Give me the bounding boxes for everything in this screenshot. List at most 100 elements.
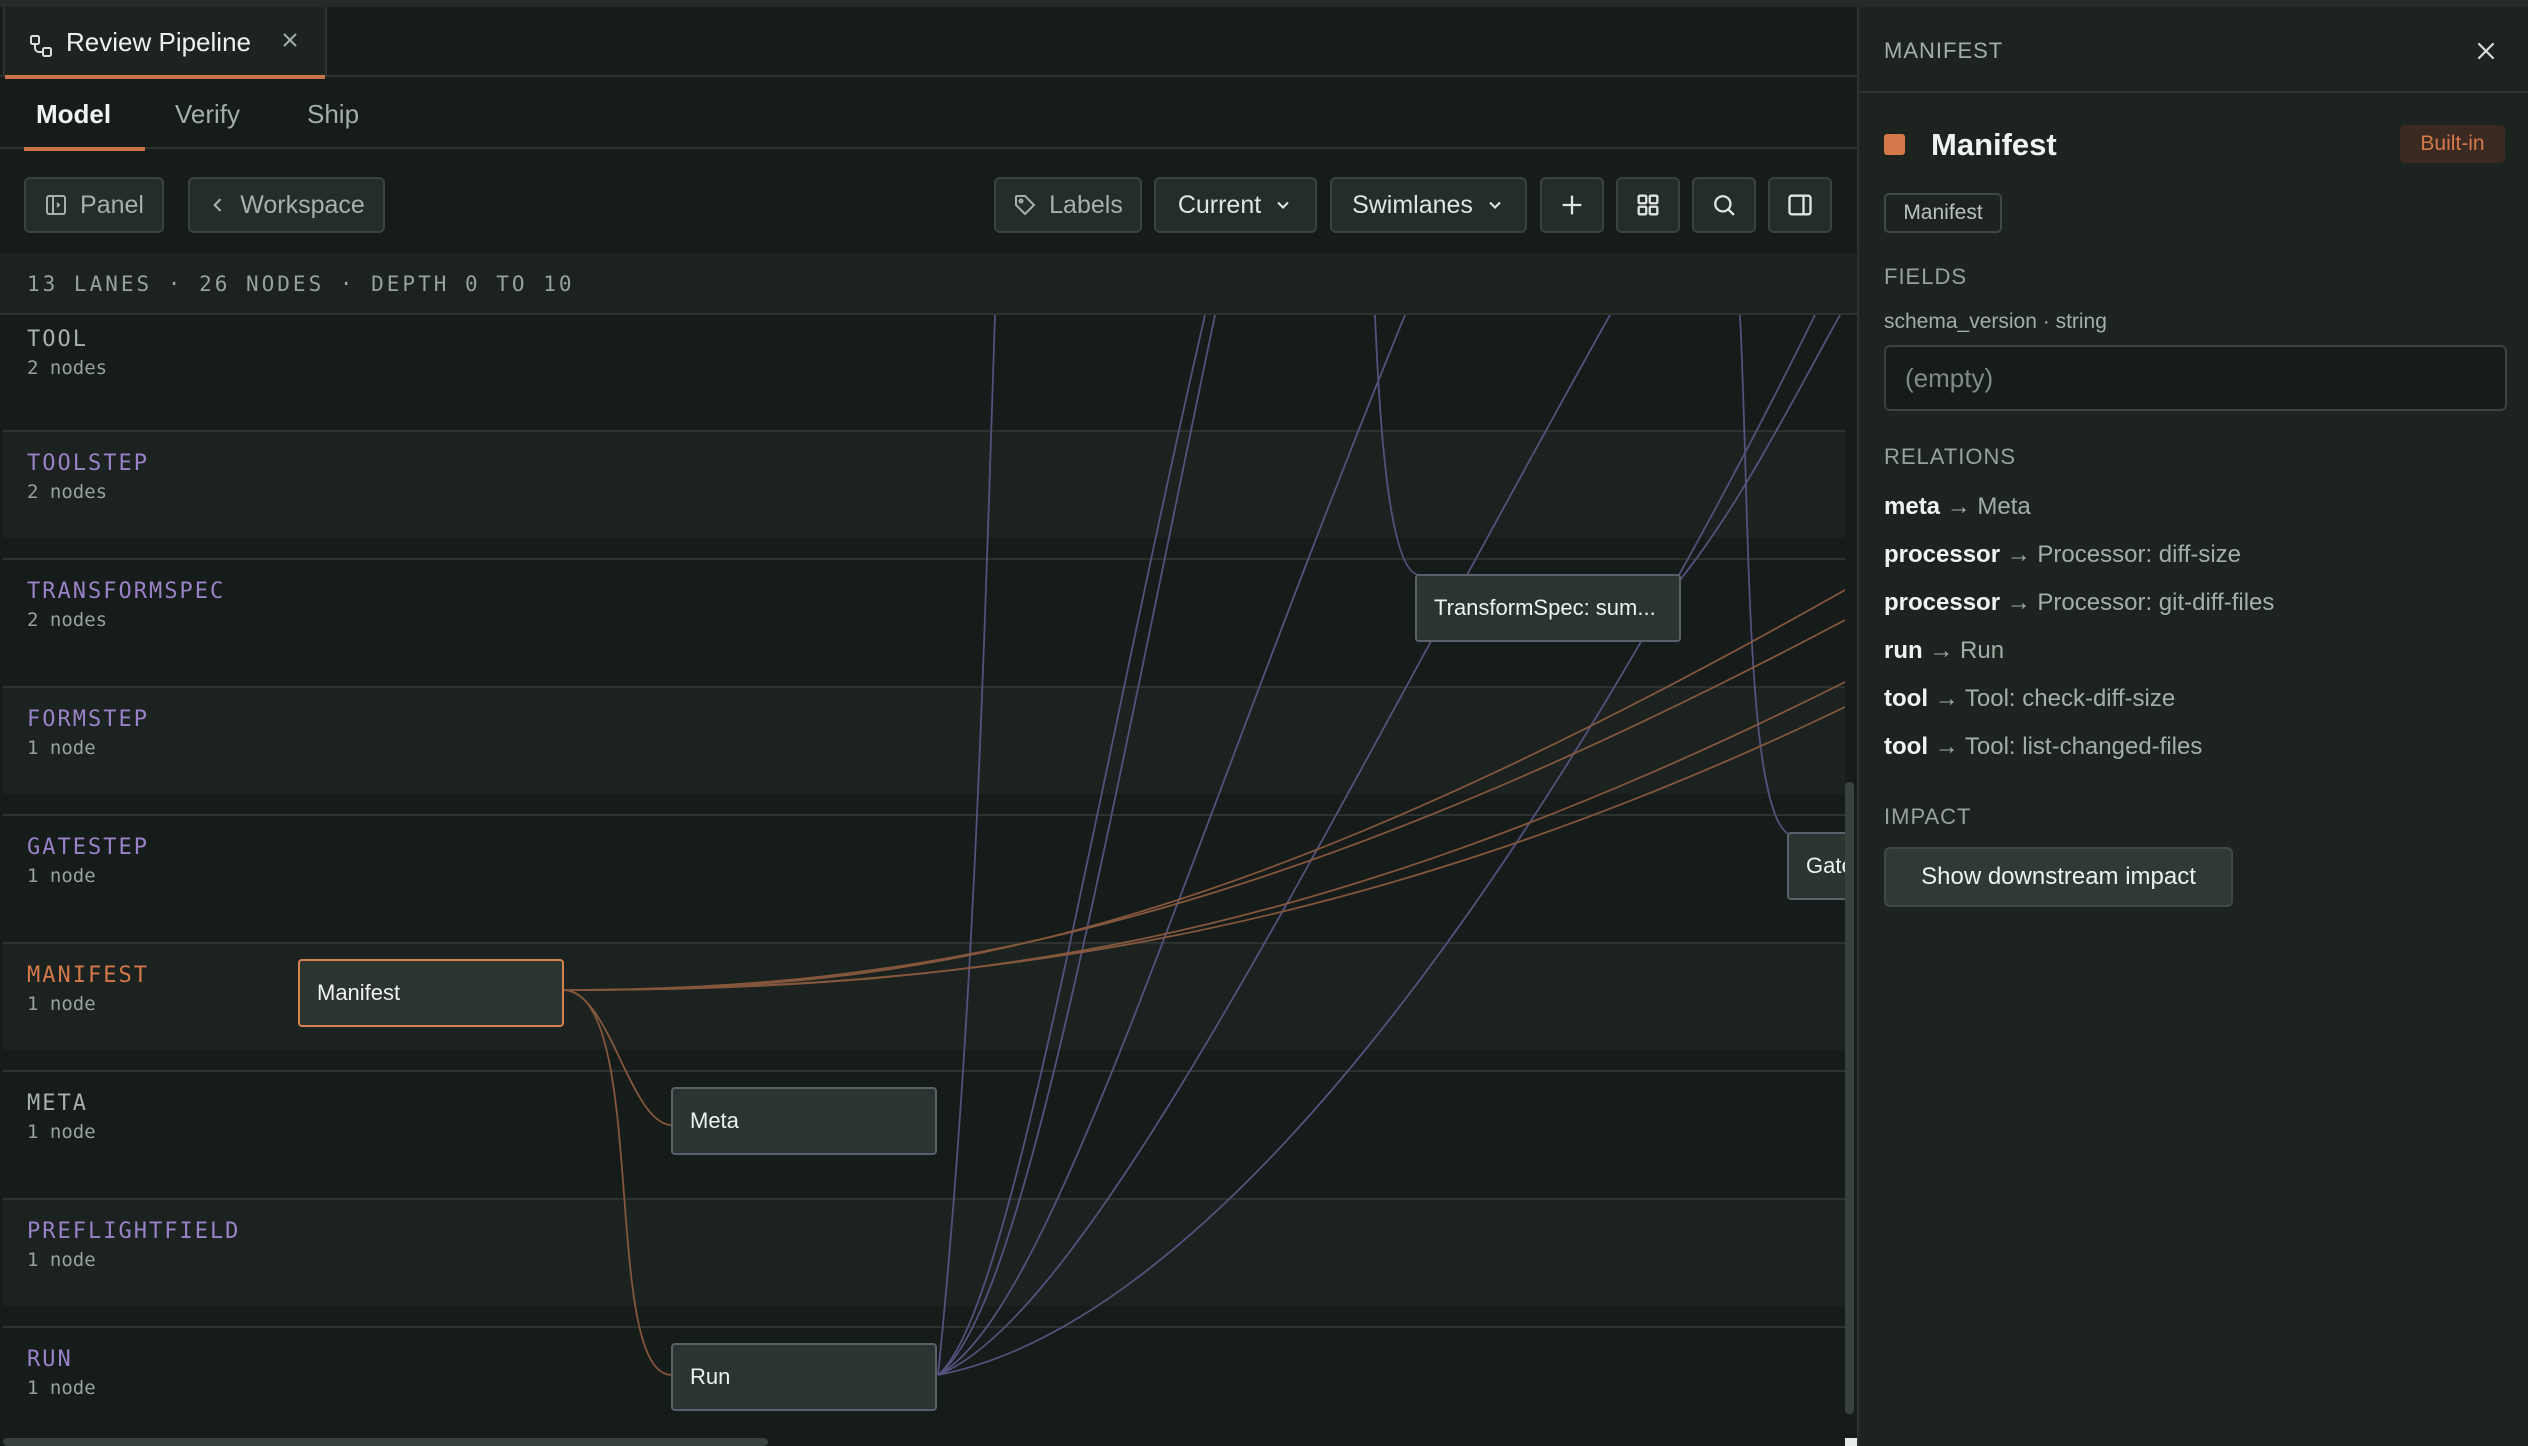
type-color-swatch xyxy=(1884,134,1905,155)
toggle-inspector-button[interactable] xyxy=(1768,177,1832,233)
search-icon xyxy=(1714,195,1735,216)
tab-model-label: Model xyxy=(36,99,112,129)
graph-toolbar: Panel Workspace Labels Current Swimlanes xyxy=(0,151,1857,253)
scroll-corner xyxy=(1845,1438,1857,1446)
vertical-scrollbar-thumb[interactable] xyxy=(1845,782,1854,1414)
tab-model[interactable]: Model xyxy=(24,79,146,151)
lane-toolstep: TOOLSTEP 2 nodes xyxy=(3,430,1845,538)
tab-verify[interactable]: Verify xyxy=(175,79,240,149)
relation-target: Tool: list-changed-files xyxy=(1964,733,2203,760)
node-gatestep[interactable]: Gate xyxy=(1787,832,1845,900)
window-top-strip xyxy=(0,0,2528,7)
inspector-title: Manifest xyxy=(1931,127,2057,162)
lane-label: FORMSTEP xyxy=(27,707,149,732)
grid-icon xyxy=(1637,194,1659,216)
fields-heading: FIELDS xyxy=(1884,264,1968,289)
lane-count: 2 nodes xyxy=(27,609,108,631)
relation-row[interactable]: run → Run xyxy=(1884,637,2004,665)
lane-count: 1 node xyxy=(27,1377,96,1399)
inspector-header: MANIFEST xyxy=(1859,7,2528,93)
graph-stats-bar: 13 LANES · 26 NODES · DEPTH 0 TO 10 xyxy=(0,253,1857,315)
relation-key: tool xyxy=(1884,733,1928,760)
relation-row[interactable]: meta → Meta xyxy=(1884,493,2031,521)
node-manifest[interactable]: Manifest xyxy=(298,959,564,1027)
layout-select-value: Swimlanes xyxy=(1352,190,1473,219)
labels-button[interactable]: Labels xyxy=(994,177,1142,233)
impact-heading: IMPACT xyxy=(1884,804,1972,829)
relation-key: processor xyxy=(1884,589,2001,616)
pipeline-icon xyxy=(30,35,52,57)
relation-target: Processor: diff-size xyxy=(2037,541,2242,568)
builtin-badge: Built-in xyxy=(2400,125,2505,163)
horizontal-scrollbar-thumb[interactable] xyxy=(3,1438,768,1446)
workspace-button-label: Workspace xyxy=(240,190,365,219)
tab-ship-label: Ship xyxy=(307,99,360,129)
lane-gatestep: GATESTEP 1 node xyxy=(3,814,1845,942)
labels-button-label: Labels xyxy=(1049,190,1123,219)
arrow-right-icon: → xyxy=(2006,589,2031,616)
close-icon[interactable] xyxy=(278,28,302,52)
arrow-right-icon: → xyxy=(1934,733,1959,760)
panel-button[interactable]: Panel xyxy=(24,177,164,233)
inspector-panel: MANIFEST Manifest Built-in Manifest FIEL… xyxy=(1857,7,2528,1446)
view-tabs: Model Verify Ship xyxy=(0,79,1857,151)
tab-ship[interactable]: Ship xyxy=(307,79,359,149)
relation-target: Meta xyxy=(1977,493,2031,520)
arrow-right-icon: → xyxy=(2006,541,2031,568)
close-icon[interactable] xyxy=(2473,38,2499,64)
chevron-left-icon xyxy=(213,198,222,212)
tab-verify-label: Verify xyxy=(175,99,241,129)
swimlane-canvas[interactable]: TOOL 2 nodes TOOLSTEP 2 nodes TRANSFORMS… xyxy=(0,315,1845,1446)
lane-count: 2 nodes xyxy=(27,481,108,503)
lane-tool: TOOL 2 nodes xyxy=(3,315,1845,418)
document-tab-bar: Review Pipeline xyxy=(0,7,1857,79)
lane-label: RUN xyxy=(27,1347,73,1372)
workspace-button[interactable]: Workspace xyxy=(188,177,385,233)
arrow-right-icon: → xyxy=(1946,493,1971,520)
lane-manifest: MANIFEST 1 node xyxy=(3,942,1845,1050)
type-tag: Manifest xyxy=(1884,193,2002,233)
arrow-right-icon: → xyxy=(1934,685,1959,712)
show-downstream-impact-button[interactable]: Show downstream impact xyxy=(1884,847,2233,907)
node-transformspec[interactable]: TransformSpec: sum... xyxy=(1415,574,1681,642)
lane-label: PREFLIGHTFIELD xyxy=(27,1219,241,1244)
panel-icon xyxy=(46,195,67,215)
add-node-button[interactable] xyxy=(1540,177,1604,233)
lane-count: 2 nodes xyxy=(27,357,108,379)
lane-count: 1 node xyxy=(27,993,96,1015)
lane-preflightfield: PREFLIGHTFIELD 1 node xyxy=(3,1198,1845,1306)
field-label: schema_version · string xyxy=(1884,310,2107,333)
version-select[interactable]: Current xyxy=(1154,177,1317,233)
lane-count: 1 node xyxy=(27,865,96,887)
relation-row[interactable]: tool → Tool: list-changed-files xyxy=(1884,733,2202,761)
lane-count: 1 node xyxy=(27,737,96,759)
lane-count: 1 node xyxy=(27,1121,96,1143)
grid-view-button[interactable] xyxy=(1616,177,1680,233)
relation-key: run xyxy=(1884,637,1923,664)
relation-target: Processor: git-diff-files xyxy=(2037,589,2275,616)
node-meta[interactable]: Meta xyxy=(671,1087,937,1155)
lane-label: TOOL xyxy=(27,327,88,352)
graph-stats: 13 LANES · 26 NODES · DEPTH 0 TO 10 xyxy=(27,272,575,296)
graph-workspace: Review Pipeline Model Verify Ship Panel … xyxy=(0,7,1857,1446)
version-select-value: Current xyxy=(1177,190,1262,219)
lane-count: 1 node xyxy=(27,1249,96,1271)
lane-label: META xyxy=(27,1091,88,1116)
lane-label: MANIFEST xyxy=(27,963,149,988)
relation-row[interactable]: tool → Tool: check-diff-size xyxy=(1884,685,2175,713)
search-button[interactable] xyxy=(1692,177,1756,233)
relation-target: Tool: check-diff-size xyxy=(1964,685,2176,712)
lane-label: TOOLSTEP xyxy=(27,451,149,476)
inspector-header-label: MANIFEST xyxy=(1884,38,2004,63)
relation-row[interactable]: processor → Processor: git-diff-files xyxy=(1884,589,2274,617)
node-run[interactable]: Run xyxy=(671,1343,937,1411)
document-tab[interactable]: Review Pipeline xyxy=(3,7,327,79)
relation-row[interactable]: processor → Processor: diff-size xyxy=(1884,541,2241,569)
schema-version-input[interactable] xyxy=(1884,345,2507,411)
lane-label: GATESTEP xyxy=(27,835,149,860)
relations-heading: RELATIONS xyxy=(1884,444,2017,469)
layout-select[interactable]: Swimlanes xyxy=(1330,177,1527,233)
relation-key: tool xyxy=(1884,685,1928,712)
document-tab-title: Review Pipeline xyxy=(66,27,251,57)
tag-icon xyxy=(1015,195,1036,216)
